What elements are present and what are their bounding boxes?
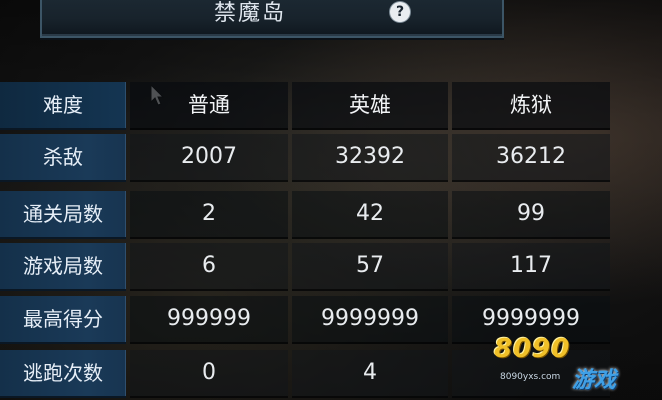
row-label: 通关局数 <box>0 191 126 239</box>
table-row: 杀敌 2007 32392 36212 <box>0 134 612 182</box>
help-icon[interactable]: ? <box>390 2 410 22</box>
watermark-url: 8090yxs.com <box>500 372 561 382</box>
column-header-hero[interactable]: 英雄 <box>292 82 448 130</box>
table-row: 游戏局数 6 57 117 <box>0 243 612 291</box>
table-cell: 32392 <box>292 134 448 182</box>
row-label: 逃跑次数 <box>0 350 126 398</box>
table-cell: 9999999 <box>292 296 448 344</box>
row-label: 杀敌 <box>0 134 126 182</box>
watermark-text: 游戏 <box>572 368 617 393</box>
table-cell: 999999 <box>130 296 288 344</box>
table-cell: 36212 <box>452 134 610 182</box>
table-cell: 57 <box>292 243 448 291</box>
watermark-number: 8090 <box>494 334 571 364</box>
table-cell: 2 <box>130 191 288 239</box>
table-cell: 99 <box>452 191 610 239</box>
table-header-row: 难度 普通 英雄 炼狱 <box>0 82 612 130</box>
column-header-normal[interactable]: 普通 <box>130 82 288 130</box>
site-watermark-logo: 8090 8090yxs.com 游戏 <box>490 334 658 396</box>
table-cell: 117 <box>452 243 610 291</box>
table-cell: 2007 <box>130 134 288 182</box>
table-cell: 42 <box>292 191 448 239</box>
table-cell: 4 <box>292 350 448 398</box>
table-cell: 0 <box>130 350 288 398</box>
row-label: 游戏局数 <box>0 243 126 291</box>
table-cell: 6 <box>130 243 288 291</box>
difficulty-label: 难度 <box>0 82 126 130</box>
row-label: 最高得分 <box>0 296 126 344</box>
table-row: 通关局数 2 42 99 <box>0 191 612 239</box>
column-header-inferno[interactable]: 炼狱 <box>452 82 610 130</box>
page-title: 禁魔岛 <box>214 1 287 26</box>
